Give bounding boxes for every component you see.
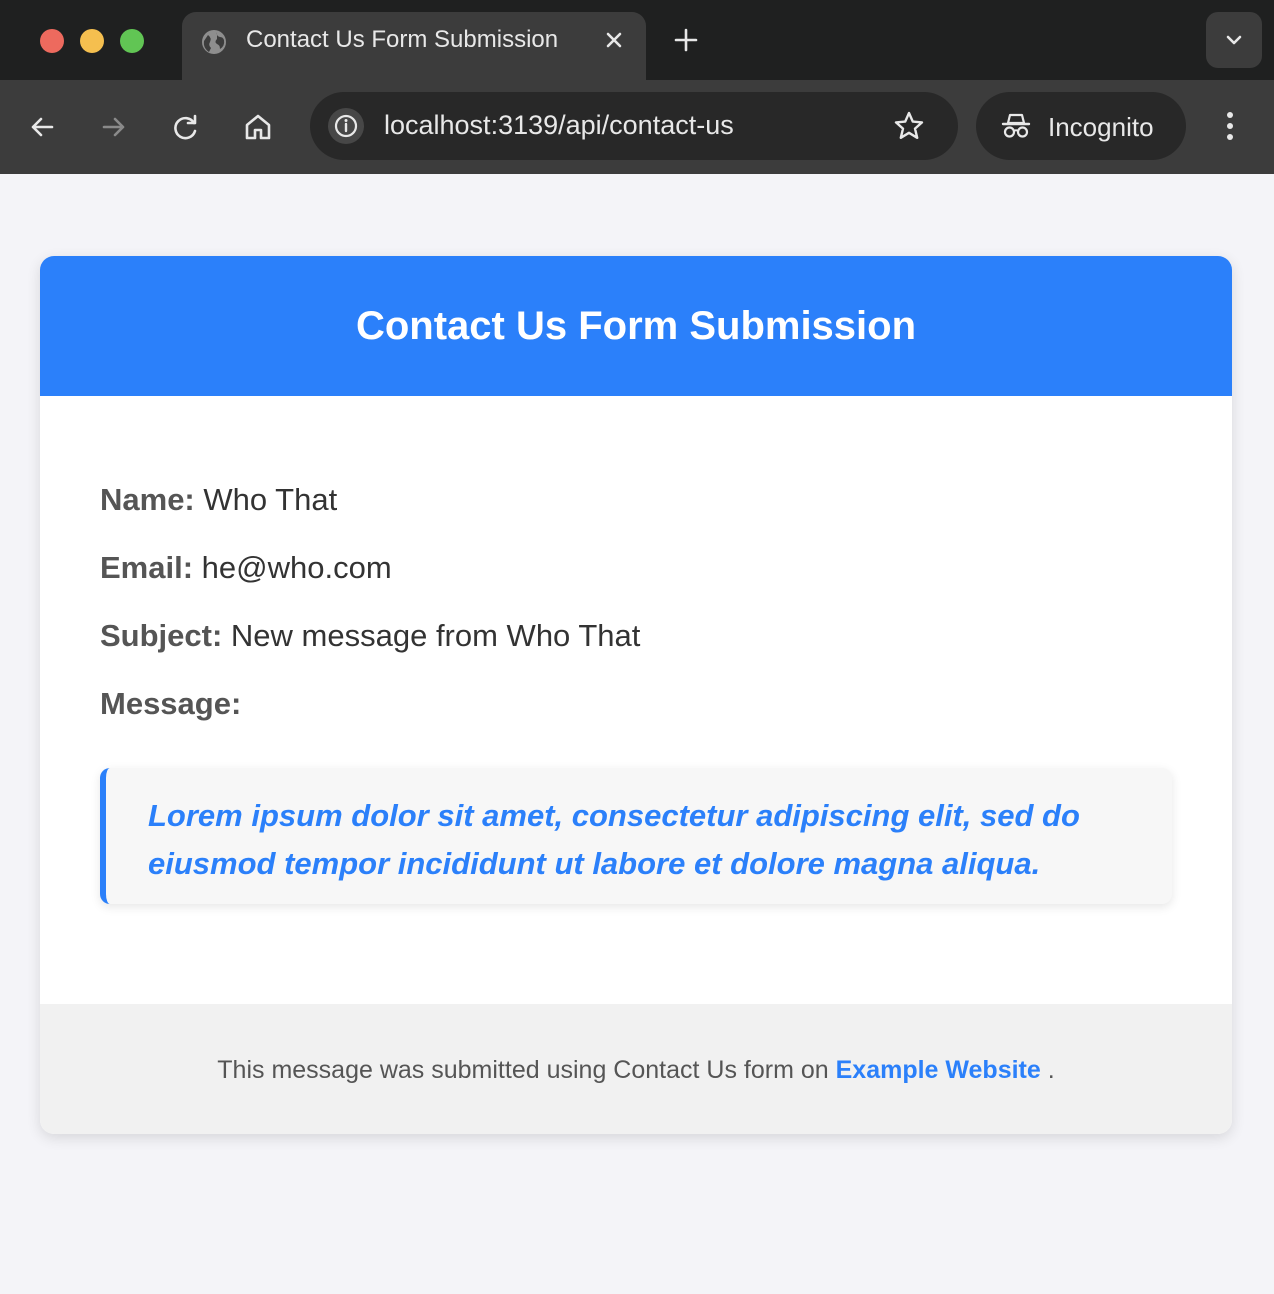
message-label: Message: [100, 686, 242, 721]
name-field: Name: Who That [100, 482, 337, 518]
window-minimize-button[interactable] [80, 29, 104, 53]
page-title: Contact Us Form Submission [355, 304, 917, 348]
incognito-profile-button[interactable]: Incognito [976, 92, 1186, 160]
example-website-link[interactable]: Example Website [836, 1056, 1041, 1084]
submission-card: Contact Us Form Submission Name: Who Tha… [40, 256, 1232, 1134]
message-field: Message: [100, 686, 241, 722]
footer-text: This message was submitted using Contact… [40, 1056, 1232, 1085]
tab-title: Contact Us Form Submission [246, 26, 559, 53]
home-icon[interactable] [242, 111, 274, 143]
subject-value: New message from Who That [230, 618, 641, 653]
window-close-button[interactable] [40, 29, 64, 53]
email-field: Email: he@who.com [100, 550, 392, 586]
card-header: Contact Us Form Submission [40, 256, 1232, 396]
info-icon [334, 114, 358, 138]
close-icon[interactable] [600, 26, 628, 54]
subject-field: Subject: New message from Who That [100, 618, 640, 654]
incognito-icon [1000, 110, 1032, 142]
globe-icon [200, 28, 228, 56]
name-label: Name: [100, 482, 195, 517]
message-text: Lorem ipsum dolor sit amet, consectetur … [148, 798, 1080, 881]
browser-tab-bar: Contact Us Form Submission [0, 0, 1274, 80]
browser-tab[interactable]: Contact Us Form Submission [182, 12, 646, 80]
forward-arrow-icon[interactable] [98, 111, 130, 143]
email-value: he@who.com [201, 550, 392, 585]
plus-icon[interactable] [672, 26, 700, 54]
url-text: localhost:3139/api/contact-us [384, 110, 734, 140]
browser-toolbar: localhost:3139/api/contact-us Incognito [0, 80, 1274, 174]
kebab-menu-icon[interactable] [1214, 108, 1246, 144]
subject-label: Subject: [100, 618, 223, 653]
tab-search-button[interactable] [1206, 12, 1262, 68]
message-quote: Lorem ipsum dolor sit amet, consectetur … [100, 768, 1172, 904]
reload-icon[interactable] [170, 111, 202, 143]
address-bar[interactable]: localhost:3139/api/contact-us [310, 92, 958, 160]
window-maximize-button[interactable] [120, 29, 144, 53]
name-value: Who That [203, 482, 338, 517]
footer-text-after: . [1047, 1056, 1055, 1084]
email-label: Email: [100, 550, 194, 585]
card-footer: This message was submitted using Contact… [40, 1004, 1232, 1134]
star-icon[interactable] [892, 109, 926, 143]
chevron-down-icon [1226, 35, 1242, 45]
incognito-label: Incognito [1048, 112, 1154, 142]
footer-text-before: This message was submitted using Contact… [217, 1056, 829, 1084]
site-info-button[interactable] [328, 108, 364, 144]
back-arrow-icon[interactable] [26, 111, 58, 143]
